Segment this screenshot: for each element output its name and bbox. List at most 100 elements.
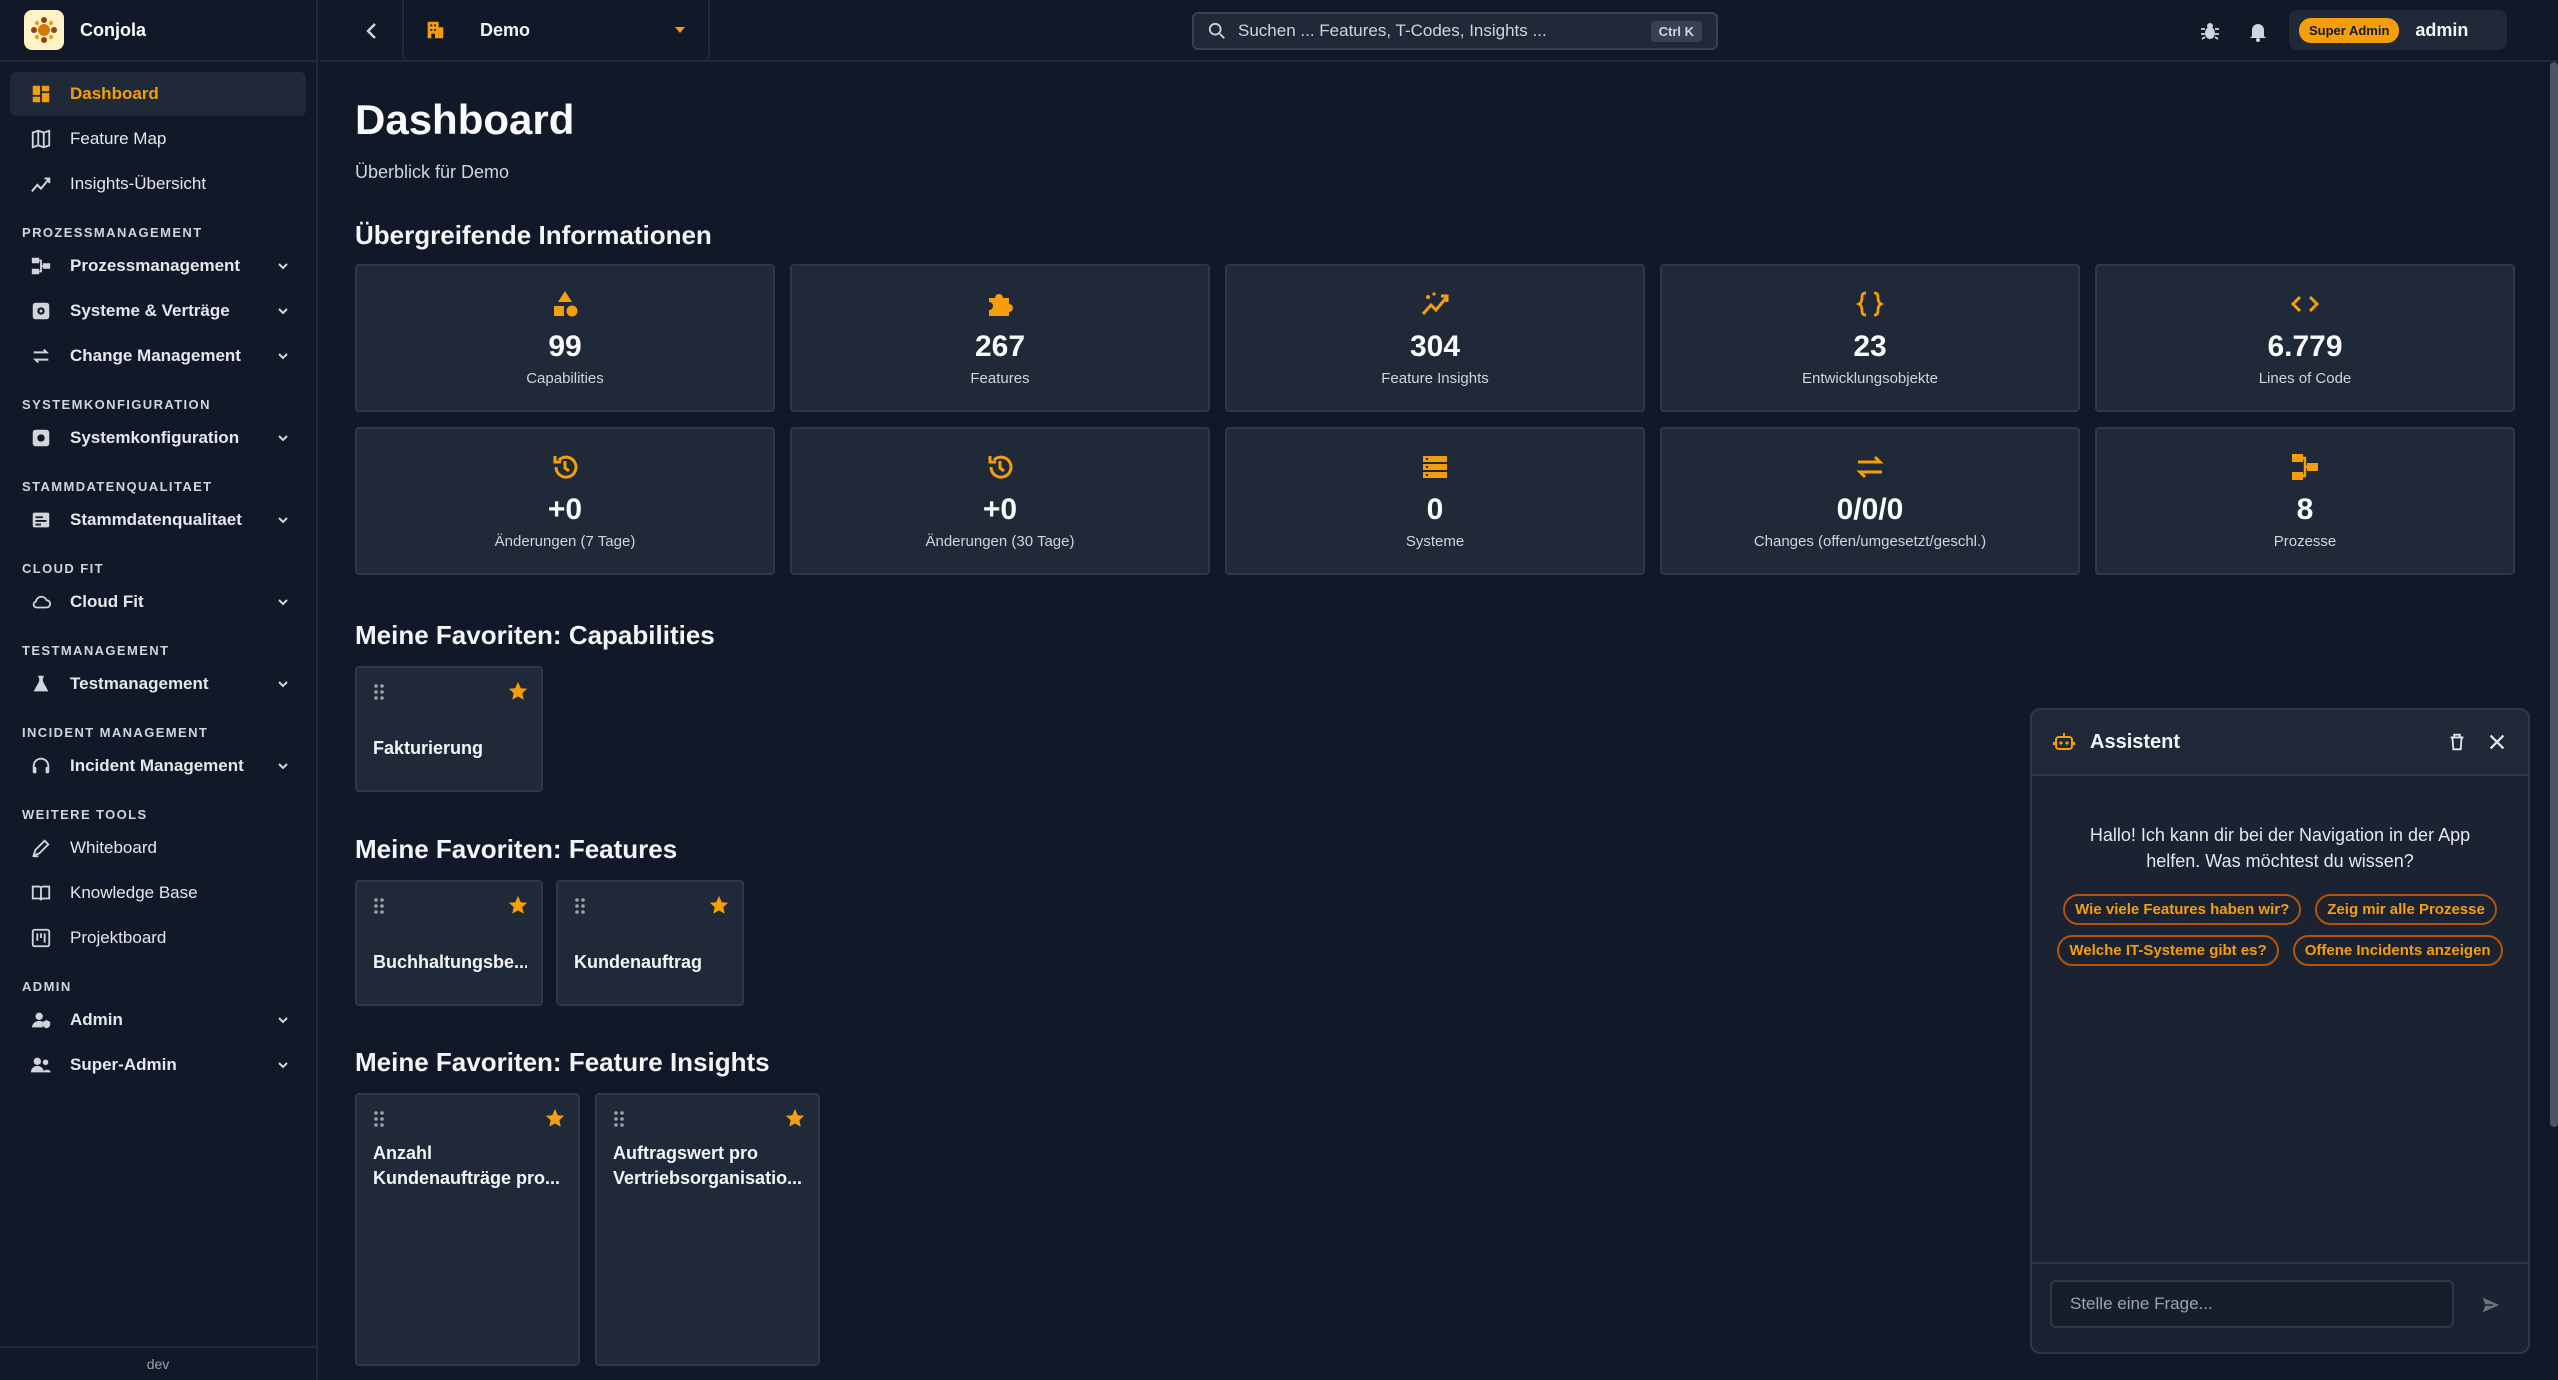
sidebar-item-label: Change Management xyxy=(70,346,241,365)
sidebar-item-insights[interactable]: Insights-Übersicht xyxy=(10,162,306,206)
stat-label: Lines of Code xyxy=(2258,370,2352,387)
drag-handle-icon[interactable] xyxy=(572,896,588,916)
project-select[interactable]: Demo xyxy=(402,0,710,62)
trash-icon[interactable] xyxy=(2446,731,2468,753)
stat-label: Changes (offen/umgesetzt/geschl.) xyxy=(1753,533,1987,550)
shapes-icon xyxy=(554,291,578,317)
drag-handle-icon[interactable] xyxy=(371,682,387,702)
bug-icon[interactable] xyxy=(2198,19,2222,43)
star-icon[interactable] xyxy=(507,680,529,702)
sidebar-item-label: Whiteboard xyxy=(70,838,157,857)
sidebar-item-testmanagement[interactable]: Testmanagement xyxy=(10,662,306,706)
sidebar-item-label: Systemkonfiguration xyxy=(70,428,240,447)
sidebar-item-incident-management[interactable]: Incident Management xyxy=(10,744,306,788)
stat-value: +0 xyxy=(982,493,1018,526)
overview-title: Übergreifende Informationen xyxy=(355,220,712,250)
fav-card[interactable]: Fakturierung xyxy=(355,666,543,792)
suggestion-chip[interactable]: Zeig mir alle Prozesse xyxy=(2315,894,2497,925)
sidebar-item-prozessmanagement[interactable]: Prozessmanagement xyxy=(10,244,306,288)
chevron-left-icon[interactable] xyxy=(360,19,384,43)
sidebar-item-systemkonfiguration[interactable]: Systemkonfiguration xyxy=(10,416,306,460)
stat-value: 304 xyxy=(1409,330,1461,363)
stat-card-entwicklungsobjekte[interactable]: 23 Entwicklungsobjekte xyxy=(1660,264,2080,412)
nav-section-title: WEITERE TOOLS xyxy=(22,807,148,822)
fav-card-label: Buchhaltungsbe... xyxy=(373,952,527,972)
stat-card-prozesse[interactable]: 8 Prozesse xyxy=(2095,427,2515,575)
caret-down-icon xyxy=(675,27,685,33)
fav-card[interactable]: Auftragswert pro Vertriebsorganisatio... xyxy=(595,1093,820,1366)
page-scrollbar[interactable] xyxy=(2550,62,2558,1127)
fav-card[interactable]: Anzahl Kundenaufträge pro... xyxy=(355,1093,580,1366)
nav-section-title: SYSTEMKONFIGURATION xyxy=(22,397,211,412)
sidebar-item-label: Knowledge Base xyxy=(70,883,198,902)
search-shortcut: Ctrl K xyxy=(1650,20,1702,42)
book-icon xyxy=(31,885,51,901)
stat-card-lines-of-code[interactable]: 6.779 Lines of Code xyxy=(2095,264,2515,412)
sidebar-item-label: Cloud Fit xyxy=(70,592,144,611)
sidebar-item-projektboard[interactable]: Projektboard xyxy=(10,916,306,960)
sidebar-item-whiteboard[interactable]: Whiteboard xyxy=(10,826,306,870)
chevron-down-icon xyxy=(278,763,288,770)
swap-icon xyxy=(33,348,49,364)
nav-section-title: PROZESSMANAGEMENT xyxy=(22,225,203,240)
sidebar-item-stammdatenqualitaet[interactable]: Stammdatenqualitaet xyxy=(10,498,306,542)
suggestion-chip[interactable]: Welche IT-Systeme gibt es? xyxy=(2057,935,2279,966)
puzzle-icon xyxy=(989,294,1013,316)
stat-card-features[interactable]: 267 Features xyxy=(790,264,1210,412)
drag-handle-icon[interactable] xyxy=(611,1109,627,1129)
suggestion-chip[interactable]: Offene Incidents anzeigen xyxy=(2292,935,2503,966)
sidebar-item-label: Super-Admin xyxy=(70,1055,177,1074)
chevron-down-icon xyxy=(278,1062,288,1069)
sidebar-item-label: Dashboard xyxy=(70,84,159,103)
drag-handle-icon[interactable] xyxy=(371,896,387,916)
pen-icon xyxy=(32,839,50,858)
search-input[interactable] xyxy=(1238,21,1651,41)
stat-card-changes[interactable]: 0/0/0 Changes (offen/umgesetzt/geschl.) xyxy=(1660,427,2080,575)
sidebar-item-label: Insights-Übersicht xyxy=(70,174,207,193)
stat-value: 0/0/0 xyxy=(1836,493,1904,526)
sidebar-item-knowledge-base[interactable]: Knowledge Base xyxy=(10,871,306,915)
sidebar-item-systeme-vertraege[interactable]: Systeme & Verträge xyxy=(10,289,306,333)
fav-card[interactable]: Buchhaltungsbe... xyxy=(355,880,543,1006)
nav-section-title: STAMMDATENQUALITAET xyxy=(22,479,213,494)
search-bar[interactable]: Ctrl K xyxy=(1192,12,1718,50)
sidebar-item-change-management[interactable]: Change Management xyxy=(10,334,306,378)
sidebar-item-admin[interactable]: Admin xyxy=(10,998,306,1042)
sidebar-item-label: Feature Map xyxy=(70,129,167,148)
user-menu[interactable]: Super Admin admin xyxy=(2289,10,2507,50)
star-icon[interactable] xyxy=(784,1107,806,1129)
fav-insights-title: Meine Favoriten: Feature Insights xyxy=(355,1047,770,1077)
fav-card[interactable]: Kundenauftrag xyxy=(556,880,744,1006)
stat-label: Prozesse xyxy=(2273,533,2337,550)
drag-handle-icon[interactable] xyxy=(371,1109,387,1129)
sidebar-item-label: Systeme & Verträge xyxy=(70,301,230,320)
stat-card-changes-7-days[interactable]: +0 Änderungen (7 Tage) xyxy=(355,427,775,575)
stat-card-capabilities[interactable]: 99 Capabilities xyxy=(355,264,775,412)
sidebar-item-super-admin[interactable]: Super-Admin xyxy=(10,1043,306,1087)
sidebar-item-feature-map[interactable]: Feature Map xyxy=(10,117,306,161)
stat-card-feature-insights[interactable]: 304 Feature Insights xyxy=(1225,264,1645,412)
stat-value: 6.779 xyxy=(2267,330,2343,363)
star-icon[interactable] xyxy=(708,894,730,916)
suggestion-list: Wie viele Features haben wir? Zeig mir a… xyxy=(2052,894,2508,966)
sidebar-item-cloud-fit[interactable]: Cloud Fit xyxy=(10,580,306,624)
star-icon[interactable] xyxy=(507,894,529,916)
close-icon[interactable] xyxy=(2486,731,2508,753)
stat-card-systeme[interactable]: 0 Systeme xyxy=(1225,427,1645,575)
sidebar-item-dashboard[interactable]: Dashboard xyxy=(10,72,306,116)
assistant-input[interactable] xyxy=(2050,1280,2454,1328)
suggestion-chip[interactable]: Wie viele Features haben wir? xyxy=(2063,894,2302,925)
stat-value: 23 xyxy=(1853,330,1887,363)
stat-label: Feature Insights xyxy=(1381,370,1489,387)
star-icon[interactable] xyxy=(544,1107,566,1129)
bell-icon[interactable] xyxy=(2246,19,2270,43)
send-icon[interactable] xyxy=(2480,1294,2502,1316)
stat-card-changes-30-days[interactable]: +0 Änderungen (30 Tage) xyxy=(790,427,1210,575)
stat-grid: 99 Capabilities 267 Features 304 Feature… xyxy=(355,264,2515,575)
board-icon xyxy=(31,928,51,948)
brand[interactable]: Conjola xyxy=(0,0,316,62)
cloud-icon xyxy=(32,595,52,609)
dashboard-icon xyxy=(32,85,50,103)
chevron-down-icon xyxy=(278,1017,288,1024)
fav-features-title: Meine Favoriten: Features xyxy=(355,834,678,864)
